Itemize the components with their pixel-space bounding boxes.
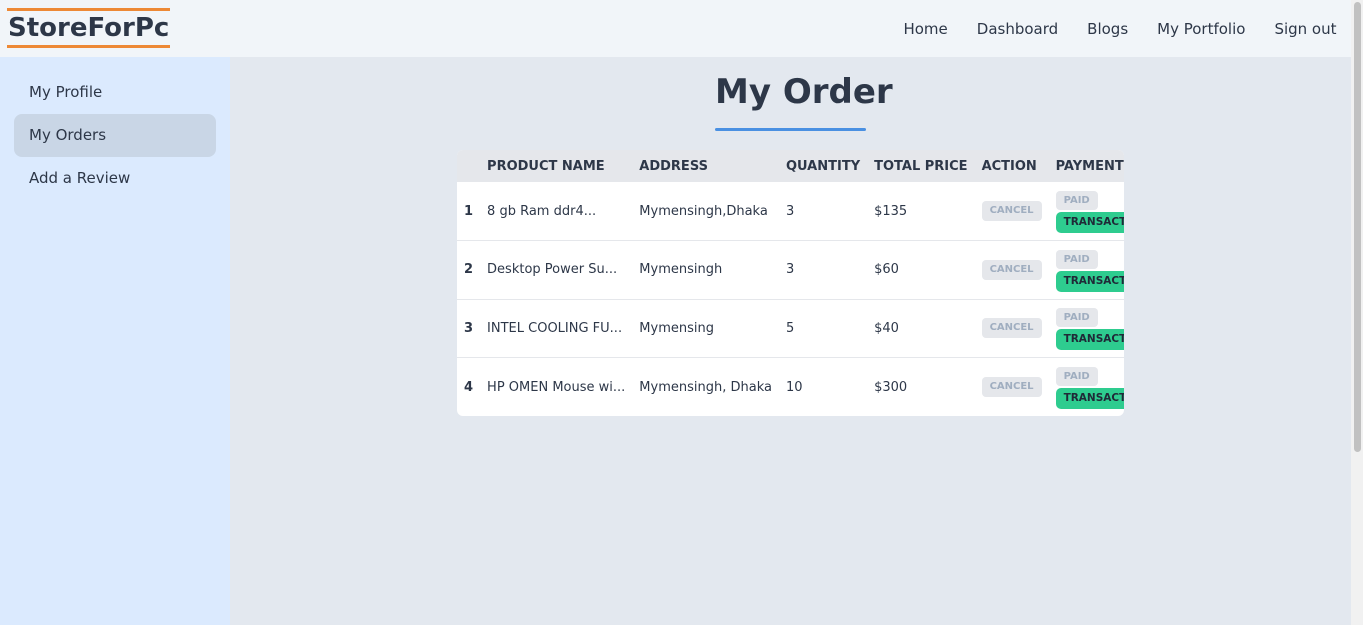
total-price: $60 <box>874 262 899 278</box>
row-number: 2 <box>464 262 474 278</box>
sidebar-item-my-profile[interactable]: My Profile <box>14 71 216 114</box>
brand-logo[interactable]: StoreForPc <box>7 8 171 48</box>
cancel-button[interactable]: CANCEL <box>981 318 1042 339</box>
product-name: Desktop Power Su... <box>487 262 618 278</box>
column-header-address: ADDRESS <box>639 158 708 174</box>
scrollbar-thumb[interactable] <box>1354 2 1361 452</box>
nav-blogs-link[interactable]: Blogs <box>1073 20 1143 38</box>
row-number: 3 <box>464 320 474 336</box>
sidebar-item-my-orders[interactable]: My Orders <box>14 114 216 157</box>
total-price: $40 <box>874 320 899 336</box>
paid-badge: PAID <box>1055 249 1098 269</box>
column-header-quantity: QUANTITY <box>785 158 861 174</box>
row-number: 4 <box>464 379 474 395</box>
sidebar: My Profile My Orders Add a Review <box>0 57 230 625</box>
transaction-id-badge[interactable]: TRANSACTIONID <box>1055 388 1124 409</box>
paid-badge: PAID <box>1055 308 1098 328</box>
address: Mymensingh <box>639 262 723 278</box>
page-title: My Order <box>715 72 893 112</box>
column-header-product: PRODUCT NAME <box>487 158 605 174</box>
table-row: 3 INTEL COOLING FU... Mymensing 5 $40 CA… <box>457 299 1124 358</box>
column-header-payment-status: PAYMENT STATUS <box>1055 158 1124 174</box>
quantity: 5 <box>785 320 795 336</box>
table-row: 1 8 gb Ram ddr4... Mymensingh,Dhaka 3 $1… <box>457 182 1124 241</box>
top-navbar: StoreForPc Home Dashboard Blogs My Portf… <box>0 0 1351 57</box>
quantity: 3 <box>785 203 795 219</box>
page-scrollbar[interactable] <box>1351 0 1363 625</box>
nav-dashboard-link[interactable]: Dashboard <box>962 20 1072 38</box>
address: Mymensing <box>639 320 714 336</box>
cancel-button[interactable]: CANCEL <box>981 201 1042 221</box>
product-name: INTEL COOLING FU... <box>487 320 623 336</box>
cancel-button[interactable]: CANCEL <box>981 259 1042 280</box>
product-name: 8 gb Ram ddr4... <box>487 203 597 219</box>
paid-badge: PAID <box>1055 191 1098 210</box>
table-header-row: PRODUCT NAME ADDRESS QUANTITY TOTAL PRIC… <box>457 150 1124 182</box>
paid-badge: PAID <box>1055 367 1098 386</box>
sidebar-item-add-review[interactable]: Add a Review <box>14 157 216 200</box>
nav-home-link[interactable]: Home <box>889 20 962 38</box>
transaction-id-badge[interactable]: TRANSACTIONID <box>1055 212 1124 233</box>
nav-links: Home Dashboard Blogs My Portfolio Sign o… <box>889 0 1351 57</box>
nav-signout-link[interactable]: Sign out <box>1260 20 1351 38</box>
product-name: HP OMEN Mouse wi... <box>487 379 626 395</box>
table-row: 4 HP OMEN Mouse wi... Mymensingh, Dhaka … <box>457 357 1124 417</box>
nav-portfolio-link[interactable]: My Portfolio <box>1143 20 1260 38</box>
total-price: $300 <box>874 379 908 395</box>
column-header-action: ACTION <box>981 158 1037 174</box>
transaction-id-badge[interactable]: TRANSACTIONID <box>1055 329 1124 351</box>
orders-table: PRODUCT NAME ADDRESS QUANTITY TOTAL PRIC… <box>457 150 1124 416</box>
address: Mymensingh, Dhaka <box>639 379 772 395</box>
row-number: 1 <box>464 203 474 219</box>
transaction-id-badge[interactable]: TRANSACTIONID <box>1055 270 1124 292</box>
title-underline <box>715 128 866 131</box>
table-row: 2 Desktop Power Su... Mymensingh 3 $60 C… <box>457 240 1124 300</box>
column-header-total-price: TOTAL PRICE <box>874 158 968 174</box>
total-price: $135 <box>874 203 908 219</box>
quantity: 3 <box>785 262 795 278</box>
quantity: 10 <box>785 379 803 395</box>
address: Mymensingh,Dhaka <box>639 203 768 219</box>
cancel-button[interactable]: CANCEL <box>981 377 1042 397</box>
column-header-index <box>457 150 480 182</box>
